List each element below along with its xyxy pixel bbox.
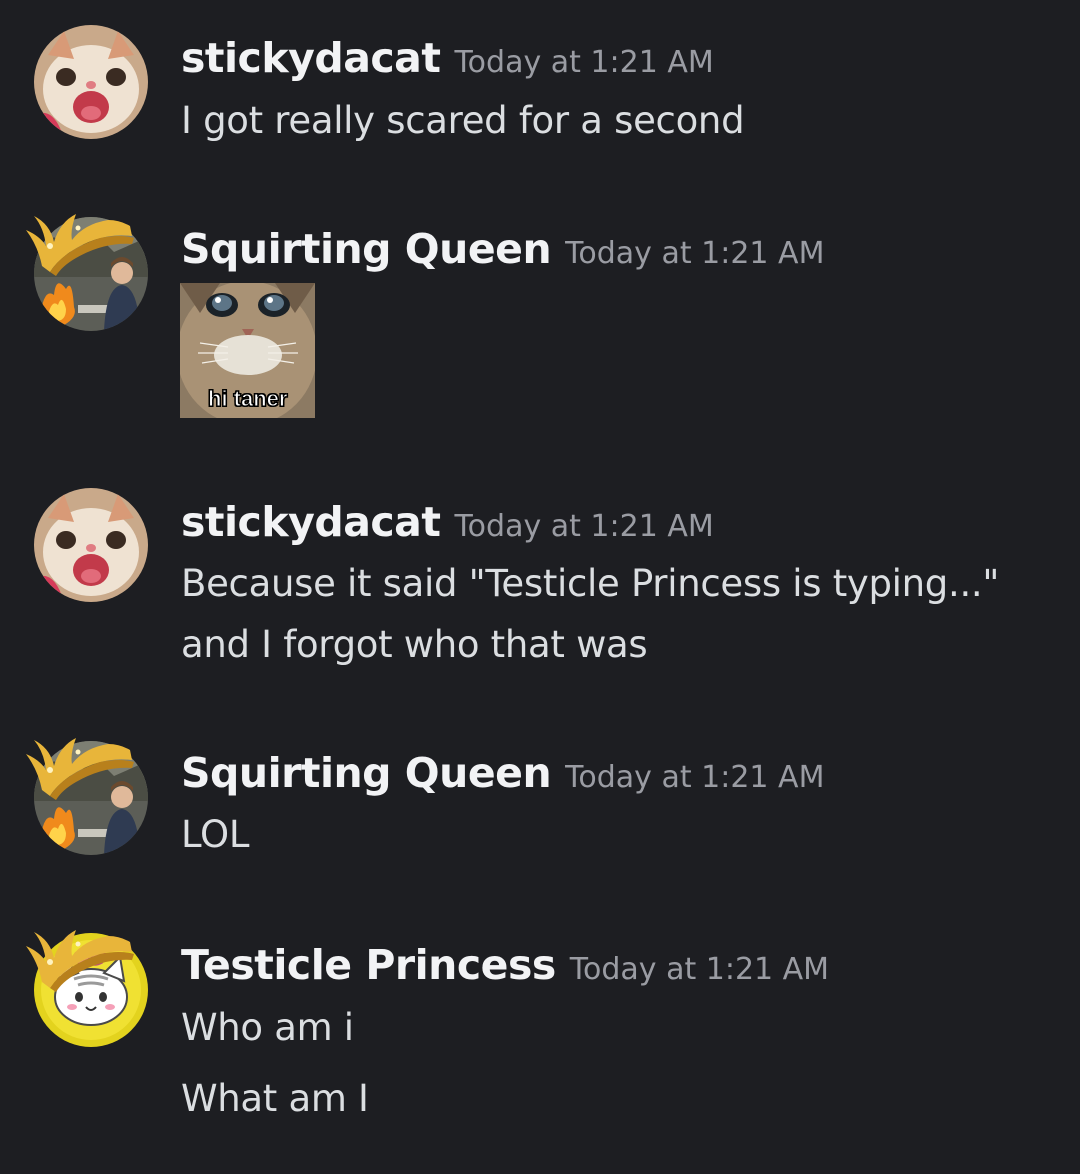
timestamp: Today at 1:21 AM [565,236,825,271]
timestamp: Today at 1:21 AM [454,45,714,80]
message-group: Squirting Queen Today at 1:21 AM hi taner [0,190,1080,440]
username[interactable]: stickydacat [181,498,441,546]
message-group: stickydacat Today at 1:21 AM I got really… [0,0,1080,170]
username[interactable]: Squirting Queen [181,225,552,273]
crown-icon [26,738,134,800]
message-group: stickydacat Today at 1:21 AM Because it s… [0,470,1080,680]
message-header: stickydacat Today at 1:21 AM [181,34,714,82]
crown-icon [26,214,134,276]
message-text: Who am i [181,1006,354,1049]
message-header: Squirting Queen Today at 1:21 AM [181,749,824,797]
message-header: Testicle Princess Today at 1:21 AM [181,941,829,989]
message-group: Testicle Princess Today at 1:21 AM Who am… [0,905,1080,1145]
message-text: Because it said "Testicle Princess is ty… [181,562,1000,605]
username[interactable]: Squirting Queen [181,749,552,797]
user-avatar[interactable] [34,25,148,139]
username[interactable]: stickydacat [181,34,441,82]
timestamp: Today at 1:21 AM [569,952,830,987]
username[interactable]: Testicle Princess [181,941,556,989]
timestamp: Today at 1:21 AM [565,760,825,795]
message-text: What am I [181,1077,369,1120]
screaming-kitten-avatar-image [34,488,148,602]
cat-sticker[interactable]: hi taner [180,283,315,418]
timestamp: Today at 1:21 AM [454,509,714,544]
message-text: LOL [181,813,250,856]
message-header: Squirting Queen Today at 1:21 AM [181,225,824,273]
user-avatar[interactable] [34,488,148,602]
message-text: I got really scared for a second [181,99,745,142]
crown-icon [26,930,134,992]
message-header: stickydacat Today at 1:21 AM [181,498,714,546]
message-group: Squirting Queen Today at 1:21 AM LOL [0,715,1080,865]
message-text: and I forgot who that was [181,623,648,666]
screaming-kitten-avatar-image [34,25,148,139]
sticker-caption: hi taner [207,386,288,412]
